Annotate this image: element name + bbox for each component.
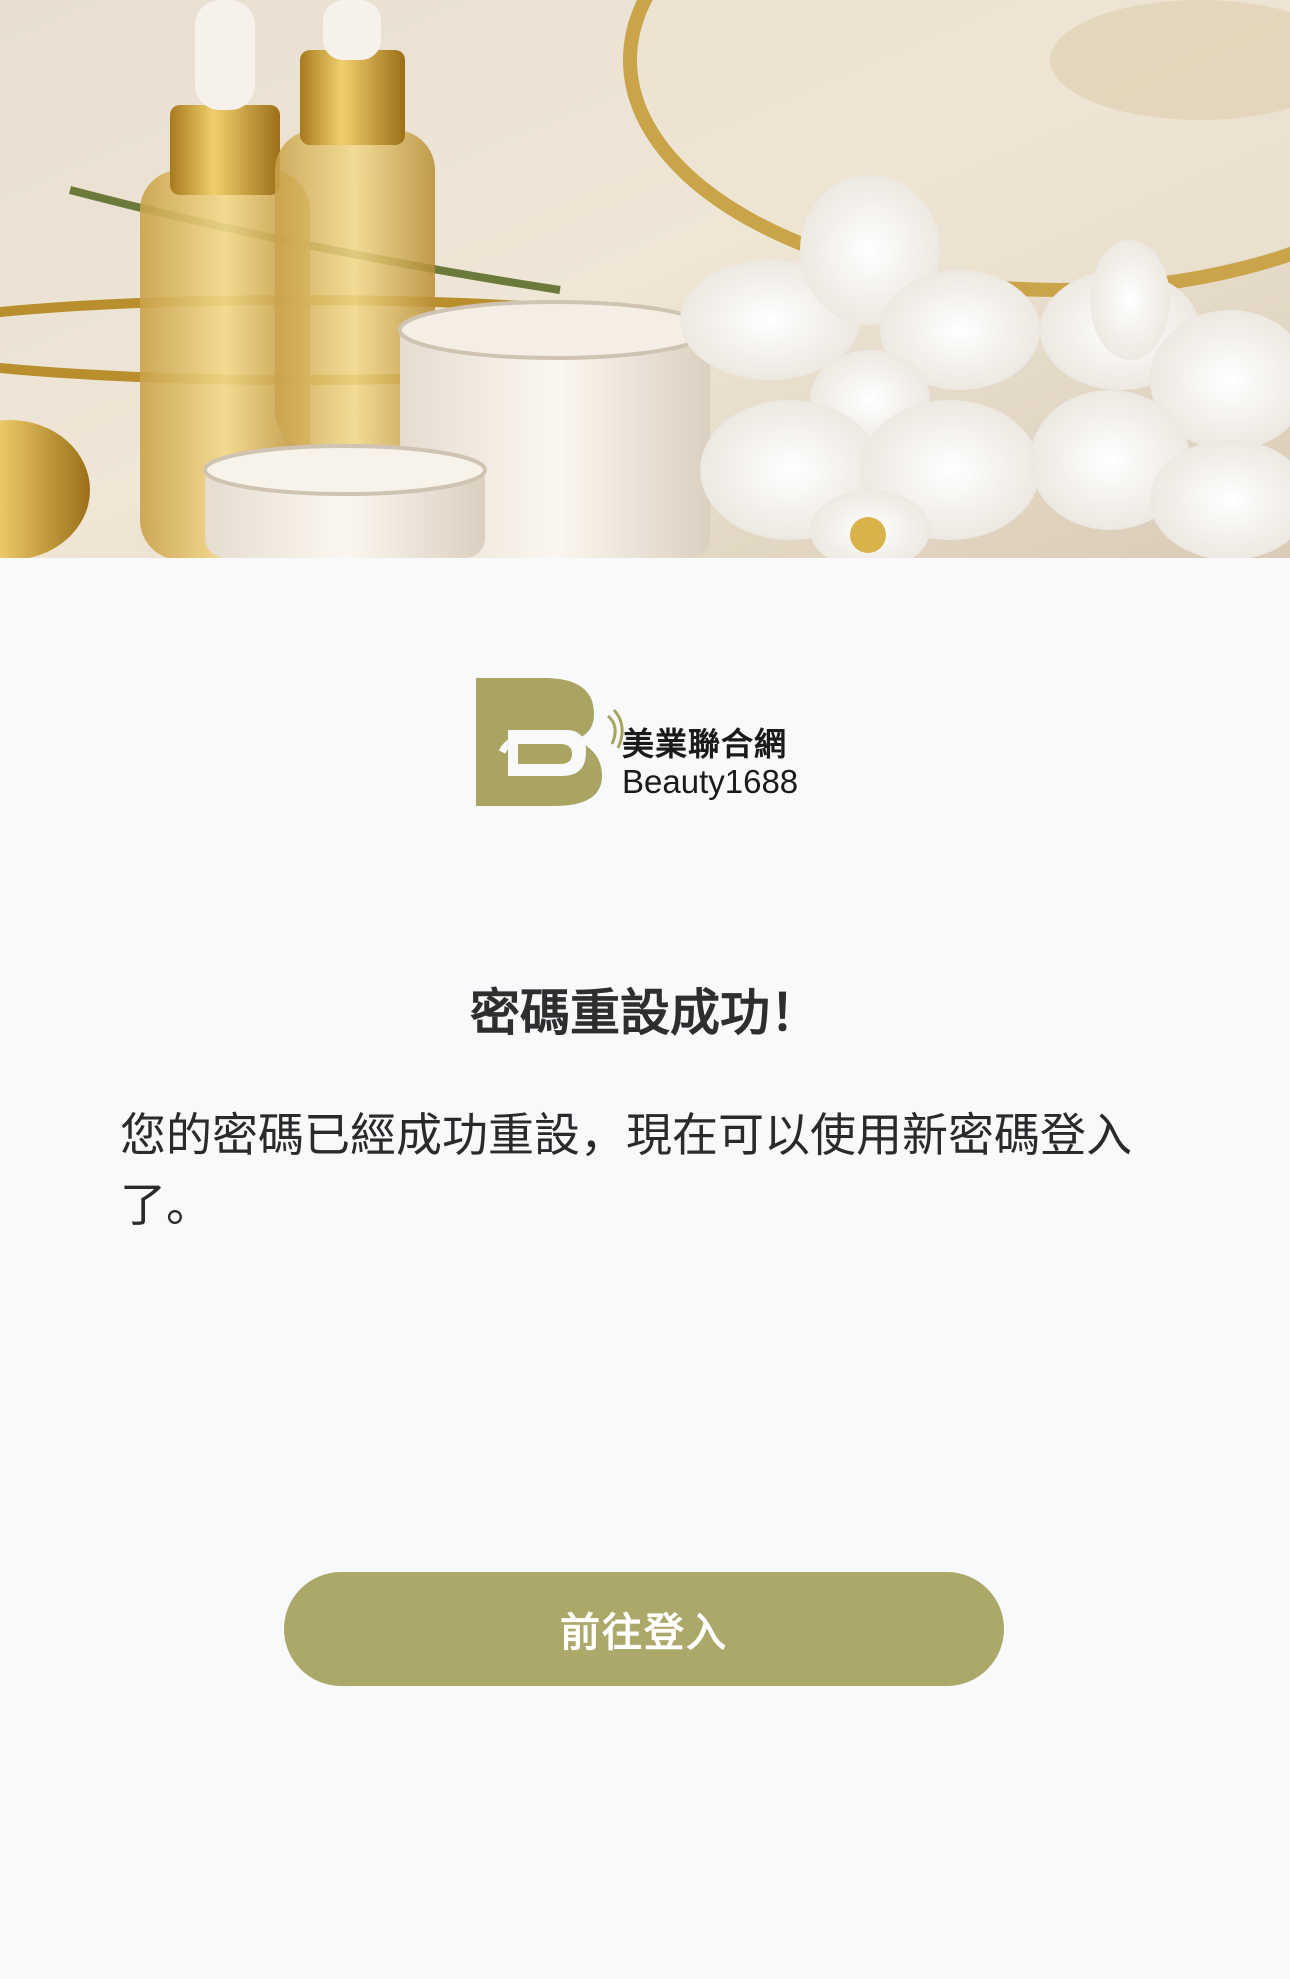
success-message: 您的密碼已經成功重設，現在可以使用新密碼登入了。 [120,1108,1132,1232]
brand-name-english: Beauty1688 [622,763,799,800]
brand-logo: 美業聯合網 Beauty1688 [474,676,824,808]
go-to-login-button[interactable]: 前往登入 [284,1572,1004,1686]
bs-monogram-icon [476,678,624,806]
hero-image [0,0,1290,558]
page-title: 密碼重設成功！ [470,984,820,1042]
brand-name-chinese: 美業聯合網 [622,725,788,763]
